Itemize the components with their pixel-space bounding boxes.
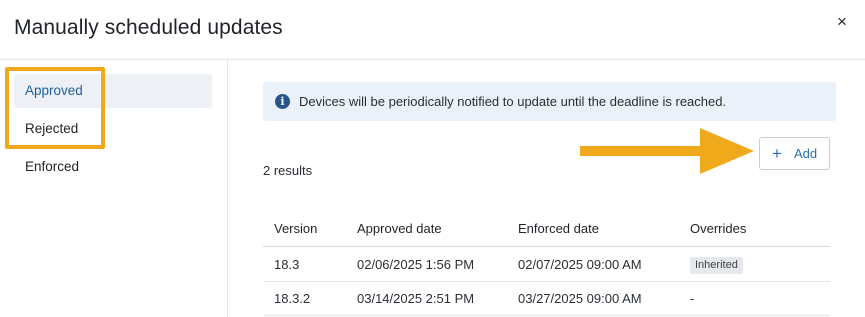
column-header-overrides[interactable]: Overrides (690, 212, 746, 246)
column-header-version[interactable]: Version (274, 212, 317, 246)
sidebar-item-rejected[interactable]: Rejected (14, 112, 212, 146)
banner-text: Devices will be periodically notified to… (299, 94, 727, 109)
sidebar: Approved Rejected Enforced (0, 60, 228, 317)
info-banner: i Devices will be periodically notified … (263, 82, 836, 121)
annotation-arrow-icon (580, 128, 754, 174)
info-icon: i (275, 94, 290, 109)
dialog-header: Manually scheduled updates × (0, 0, 865, 60)
inherited-badge: Inherited (690, 257, 743, 275)
table-row[interactable]: 18.3.2 03/14/2025 2:51 PM 03/27/2025 09:… (263, 282, 830, 316)
cell-version: 18.3 (274, 257, 300, 272)
cell-overrides: Inherited (690, 248, 743, 282)
close-icon[interactable]: × (833, 13, 851, 31)
plus-icon: + (772, 144, 782, 163)
cell-approved-date: 03/14/2025 2:51 PM (357, 291, 475, 306)
cell-approved-date: 02/06/2025 1:56 PM (357, 257, 475, 272)
cell-overrides: - (690, 291, 695, 306)
column-header-approved-date[interactable]: Approved date (357, 212, 442, 246)
table-header-row: Version Approved date Enforced date Over… (263, 212, 830, 247)
results-count: 2 results (263, 163, 313, 178)
cell-enforced-date: 02/07/2025 09:00 AM (518, 257, 642, 272)
add-button[interactable]: + Add (759, 137, 830, 170)
cell-enforced-date: 03/27/2025 09:00 AM (518, 291, 642, 306)
sidebar-item-approved[interactable]: Approved (14, 74, 212, 108)
table-row[interactable]: 18.3 02/06/2025 1:56 PM 02/07/2025 09:00… (263, 248, 830, 282)
add-button-label: Add (794, 146, 818, 161)
sidebar-item-enforced[interactable]: Enforced (14, 150, 212, 184)
column-header-enforced-date[interactable]: Enforced date (518, 212, 599, 246)
cell-version: 18.3.2 (274, 291, 311, 306)
dialog-title: Manually scheduled updates (14, 16, 283, 39)
